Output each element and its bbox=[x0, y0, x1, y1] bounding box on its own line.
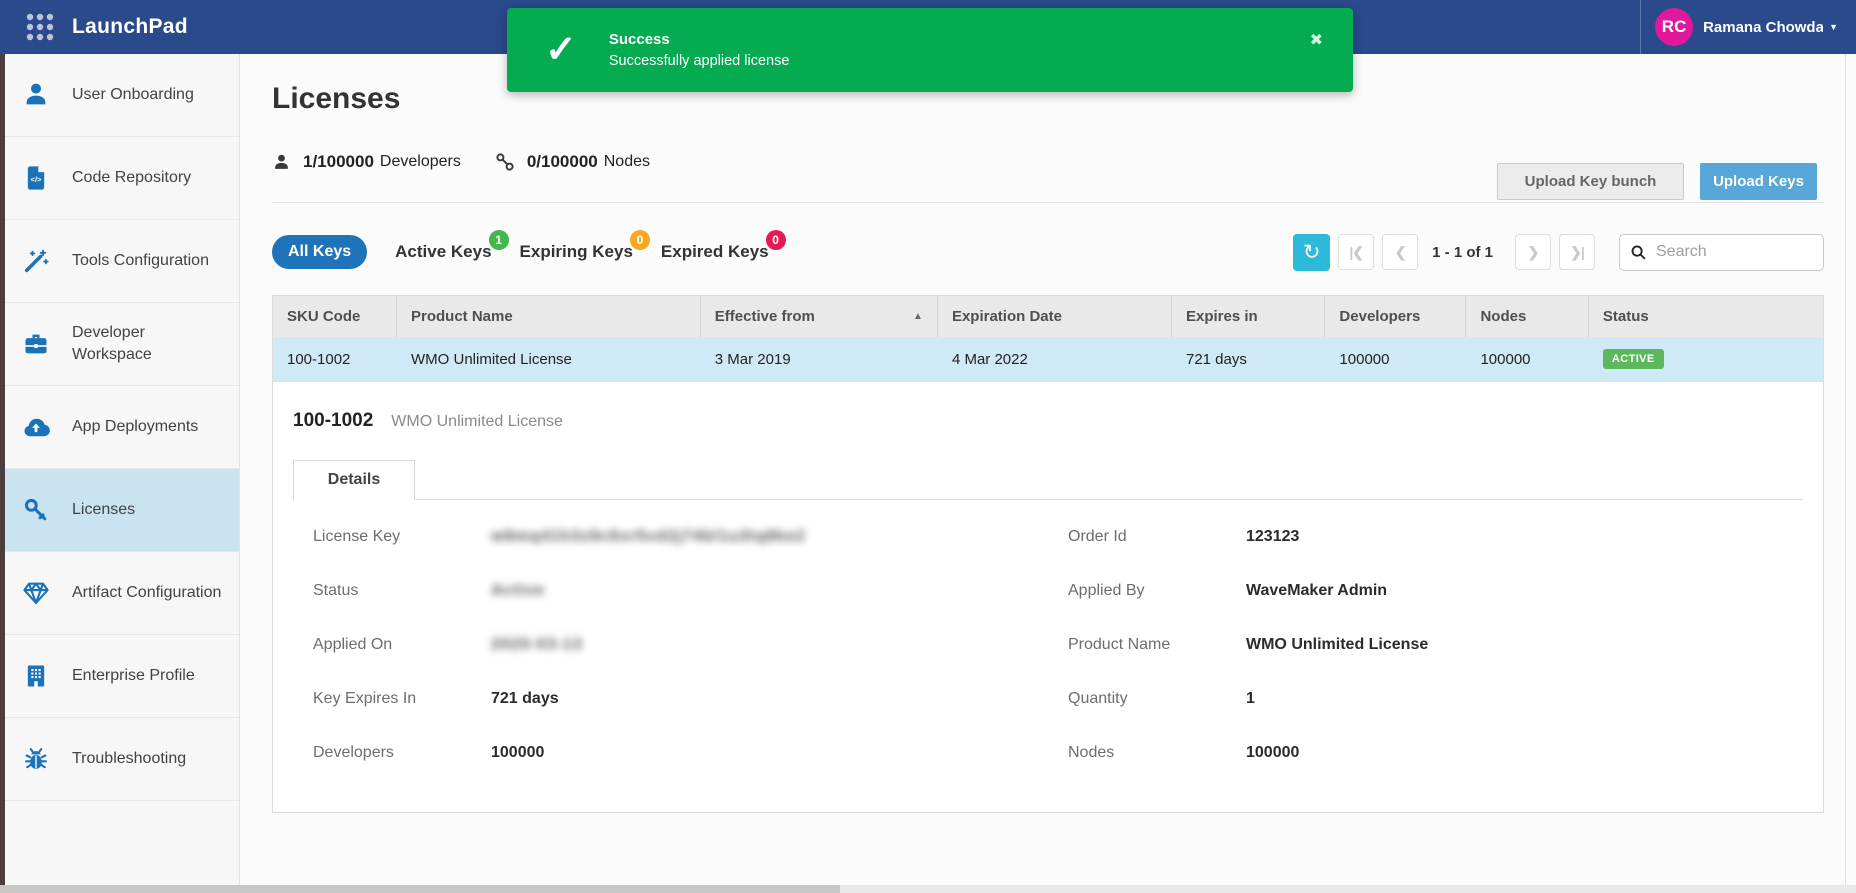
details-left-column: License Key w8mq41h3z9c6xr5vd2j74bl1u3tq… bbox=[293, 510, 1048, 780]
toast-title: Success bbox=[609, 31, 790, 48]
tab-all-keys[interactable]: All Keys bbox=[272, 235, 367, 269]
details-right-column: Order Id 123123 Applied By WaveMaker Adm… bbox=[1048, 510, 1803, 780]
active-keys-count-badge: 1 bbox=[489, 230, 509, 250]
sidebar-item-code-repository[interactable]: </> Code Repository bbox=[5, 137, 239, 220]
building-icon bbox=[22, 662, 50, 690]
bug-icon bbox=[22, 745, 50, 773]
close-icon[interactable]: ✖ bbox=[1310, 30, 1323, 50]
upload-key-bunch-button[interactable]: Upload Key bunch bbox=[1497, 163, 1684, 200]
diamond-icon bbox=[22, 579, 50, 607]
sidebar: User Onboarding </> Code Repository Tool… bbox=[0, 54, 240, 893]
table-row[interactable]: 100-1002 WMO Unlimited License 3 Mar 201… bbox=[273, 337, 1823, 382]
app-title: LaunchPad bbox=[72, 15, 188, 39]
next-page-button[interactable]: ❯ bbox=[1515, 234, 1551, 270]
nodes-stat: 0/100000 Nodes bbox=[495, 152, 650, 172]
applied-on-value-blurred: 2020-03-13 bbox=[491, 636, 583, 654]
sidebar-item-artifact-configuration[interactable]: Artifact Configuration bbox=[5, 552, 239, 635]
cloud-upload-icon bbox=[22, 413, 50, 441]
horizontal-scrollbar-thumb[interactable] bbox=[0, 885, 840, 893]
vertical-scrollbar[interactable] bbox=[1845, 54, 1846, 885]
main-content: Licenses 1/100000 Developers 0/100000 No… bbox=[241, 54, 1856, 885]
app-grid-icon[interactable] bbox=[24, 11, 56, 43]
expired-keys-count-badge: 0 bbox=[766, 230, 786, 250]
sidebar-item-licenses[interactable]: Licenses bbox=[5, 469, 239, 552]
sort-asc-icon: ▲ bbox=[913, 311, 923, 322]
column-header-effective-from[interactable]: Effective from▲ bbox=[701, 296, 938, 337]
chevron-down-icon[interactable]: ▼ bbox=[1829, 22, 1838, 32]
briefcase-icon bbox=[22, 330, 50, 358]
license-key-value-blurred: w8mq41h3z9c6xr5vd2j74bl1u3tq8ke2 bbox=[491, 528, 806, 546]
column-header-status[interactable]: Status bbox=[1589, 296, 1823, 337]
status-badge: ACTIVE bbox=[1603, 349, 1664, 369]
status-value-blurred: Active bbox=[491, 582, 545, 600]
wand-icon bbox=[22, 247, 50, 275]
tab-details[interactable]: Details bbox=[293, 460, 415, 500]
success-toast: ✓ Success Successfully applied license ✖ bbox=[507, 8, 1353, 92]
sidebar-item-troubleshooting[interactable]: Troubleshooting bbox=[5, 718, 239, 801]
field-license-key: License Key w8mq41h3z9c6xr5vd2j74bl1u3tq… bbox=[313, 510, 1048, 564]
column-header-developers[interactable]: Developers bbox=[1325, 296, 1466, 337]
user-icon bbox=[22, 81, 50, 109]
user-menu[interactable]: RC Ramana Chowda... ▼ bbox=[1640, 0, 1856, 54]
check-icon: ✓ bbox=[545, 31, 577, 69]
table-header: SKU Code Product Name Effective from▲ Ex… bbox=[273, 296, 1823, 337]
field-key-expires-in: Key Expires In 721 days bbox=[313, 672, 1048, 726]
tab-expired-keys[interactable]: Expired Keys 0 bbox=[661, 242, 769, 262]
field-order-id: Order Id 123123 bbox=[1068, 510, 1803, 564]
field-applied-on: Applied On 2020-03-13 bbox=[313, 618, 1048, 672]
sidebar-item-developer-workspace[interactable]: Developer Workspace bbox=[5, 303, 239, 386]
person-icon bbox=[272, 153, 291, 172]
tab-active-keys[interactable]: Active Keys 1 bbox=[395, 242, 491, 262]
field-product-name: Product Name WMO Unlimited License bbox=[1068, 618, 1803, 672]
column-header-sku[interactable]: SKU Code bbox=[273, 296, 397, 337]
license-details: 100-1002 WMO Unlimited License Details L… bbox=[273, 382, 1823, 812]
column-header-nodes[interactable]: Nodes bbox=[1466, 296, 1588, 337]
first-page-button[interactable]: |❮ bbox=[1338, 234, 1374, 270]
field-developers: Developers 100000 bbox=[313, 726, 1048, 780]
field-applied-by: Applied By WaveMaker Admin bbox=[1068, 564, 1803, 618]
sidebar-item-enterprise-profile[interactable]: Enterprise Profile bbox=[5, 635, 239, 718]
expiring-keys-count-badge: 0 bbox=[630, 230, 650, 250]
code-file-icon: </> bbox=[22, 164, 50, 192]
sidebar-item-app-deployments[interactable]: App Deployments bbox=[5, 386, 239, 469]
link-icon bbox=[495, 152, 515, 172]
horizontal-scrollbar[interactable] bbox=[0, 885, 1856, 893]
avatar[interactable]: RC bbox=[1655, 8, 1693, 46]
key-filter-tabs: All Keys Active Keys 1 Expiring Keys 0 E… bbox=[272, 235, 769, 269]
search-input[interactable] bbox=[1619, 234, 1824, 271]
tab-expiring-keys[interactable]: Expiring Keys 0 bbox=[520, 242, 633, 262]
refresh-button[interactable]: ↻ bbox=[1293, 234, 1330, 271]
details-product-name: WMO Unlimited License bbox=[391, 413, 563, 431]
field-status: Status Active bbox=[313, 564, 1048, 618]
licenses-panel: SKU Code Product Name Effective from▲ Ex… bbox=[272, 295, 1824, 813]
divider bbox=[272, 202, 1824, 203]
field-nodes: Nodes 100000 bbox=[1068, 726, 1803, 780]
last-page-button[interactable]: ❯| bbox=[1559, 234, 1595, 270]
developers-stat: 1/100000 Developers bbox=[272, 152, 461, 172]
prev-page-button[interactable]: ❮ bbox=[1382, 234, 1418, 270]
search-icon bbox=[1630, 244, 1647, 261]
column-header-expires-in[interactable]: Expires in bbox=[1172, 296, 1325, 337]
toast-message: Successfully applied license bbox=[609, 53, 790, 69]
user-name: Ramana Chowda... bbox=[1703, 19, 1823, 36]
details-sku: 100-1002 bbox=[293, 410, 373, 432]
pagination-range: 1 - 1 of 1 bbox=[1432, 244, 1493, 261]
column-header-product[interactable]: Product Name bbox=[397, 296, 701, 337]
refresh-icon: ↻ bbox=[1303, 240, 1321, 265]
upload-keys-button[interactable]: Upload Keys bbox=[1700, 163, 1817, 200]
sidebar-item-tools-configuration[interactable]: Tools Configuration bbox=[5, 220, 239, 303]
column-header-expiration-date[interactable]: Expiration Date bbox=[938, 296, 1172, 337]
sidebar-item-user-onboarding[interactable]: User Onboarding bbox=[5, 54, 239, 137]
key-icon bbox=[22, 496, 50, 524]
svg-text:</>: </> bbox=[31, 175, 43, 184]
left-scrollbar[interactable] bbox=[0, 54, 5, 885]
field-quantity: Quantity 1 bbox=[1068, 672, 1803, 726]
